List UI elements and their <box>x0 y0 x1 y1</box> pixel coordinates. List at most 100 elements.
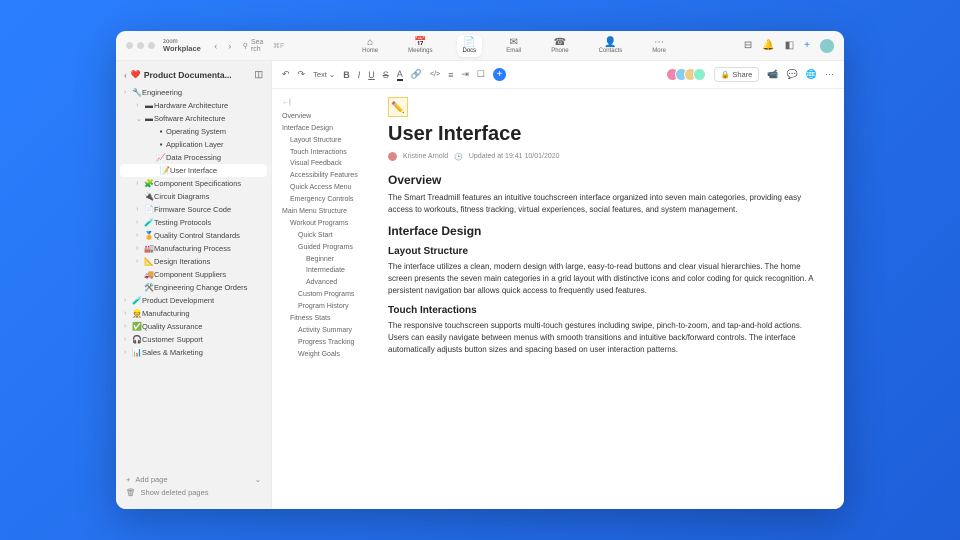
bold-button[interactable]: B <box>343 70 350 80</box>
video-button[interactable]: 📹 <box>767 69 778 80</box>
indent-button[interactable]: ⇥ <box>461 69 469 80</box>
avatar[interactable] <box>693 68 706 81</box>
tree-item[interactable]: ›🏭Manufacturing Process <box>116 242 271 255</box>
insert-button[interactable]: + <box>493 68 506 81</box>
textcolor-button[interactable]: A <box>397 69 403 81</box>
titlebar-icon-1[interactable]: 🔔 <box>762 40 774 51</box>
nav-back-button[interactable]: ‹ <box>209 41 223 51</box>
tree-item[interactable]: ›🧪Testing Protocols <box>116 216 271 229</box>
tree-item[interactable]: ›📐Design Iterations <box>116 255 271 268</box>
titlebar-icon-4[interactable] <box>820 39 834 53</box>
heading-layout-structure[interactable]: Layout Structure <box>388 246 818 257</box>
tree-item[interactable]: ⌄▬Software Architecture <box>116 112 271 125</box>
heading-touch-interactions[interactable]: Touch Interactions <box>388 305 818 316</box>
tab-contacts[interactable]: 👤Contacts <box>593 35 629 57</box>
tree-item[interactable]: 🔌Circuit Diagrams <box>116 190 271 203</box>
tree-item[interactable]: ▪Operating System <box>116 125 271 138</box>
tab-home[interactable]: ⌂Home <box>356 35 384 57</box>
traffic-lights[interactable] <box>126 42 155 49</box>
tab-docs[interactable]: 📄Docs <box>457 35 483 57</box>
outline-item[interactable]: Workout Programs <box>282 218 376 230</box>
page-emoji-icon[interactable]: ✏️ <box>388 97 408 117</box>
paragraph[interactable]: The Smart Treadmill features an intuitiv… <box>388 192 818 216</box>
redo-button[interactable]: ↷ <box>298 69 306 80</box>
nav-forward-button[interactable]: › <box>223 41 237 51</box>
more-button[interactable]: ⋯ <box>825 69 834 80</box>
outline-item[interactable]: Touch Interactions <box>282 147 376 159</box>
document[interactable]: ✏️ User Interface Kristine Arnold 🕒 Upda… <box>380 89 844 509</box>
outline-item[interactable]: Intermediate <box>282 265 376 277</box>
search-input[interactable]: ⚲ Search ⌘F <box>243 39 284 53</box>
max-dot[interactable] <box>148 42 155 49</box>
titlebar-icon-2[interactable]: ◧ <box>785 40 794 51</box>
tree-item[interactable]: ›🔧Engineering <box>116 86 271 99</box>
tree-item[interactable]: ›🧪Product Development <box>116 294 271 307</box>
outline-item[interactable]: Progress Tracking <box>282 337 376 349</box>
page-title[interactable]: User Interface <box>388 123 818 146</box>
tree-item[interactable]: 🛠️Engineering Change Orders <box>116 281 271 294</box>
outline-item[interactable]: Accessibility Features <box>282 170 376 182</box>
tab-phone[interactable]: ☎Phone <box>545 35 574 57</box>
heading-interface-design[interactable]: Interface Design <box>388 224 818 238</box>
outline-item[interactable]: Program History <box>282 301 376 313</box>
tree-item[interactable]: 🚚Component Suppliers <box>116 268 271 281</box>
checkbox-button[interactable]: ☐ <box>477 69 485 80</box>
outline-item[interactable]: Quick Start <box>282 230 376 242</box>
sidebar-layout-icon[interactable]: ◫ <box>254 69 263 80</box>
tree-item[interactable]: 📝User Interface <box>120 164 267 177</box>
outline-item[interactable]: Fitness Stats <box>282 313 376 325</box>
tree-item[interactable]: ›✅Quality Assurance <box>116 320 271 333</box>
page-icon: ▪ <box>156 140 166 149</box>
tree-item[interactable]: ›📄Firmware Source Code <box>116 203 271 216</box>
tree-item[interactable]: 📈Data Processing <box>116 151 271 164</box>
outline-item[interactable]: Layout Structure <box>282 135 376 147</box>
outline-item[interactable]: Activity Summary <box>282 325 376 337</box>
outline-item[interactable]: Weight Goals <box>282 349 376 361</box>
author-name: Kristine Arnold <box>403 153 448 160</box>
brand: zoom Workplace <box>163 39 201 53</box>
heading-overview[interactable]: Overview <box>388 173 818 187</box>
tree-item[interactable]: ›👷Manufacturing <box>116 307 271 320</box>
tab-meetings[interactable]: 📅Meetings <box>402 35 438 57</box>
link-button[interactable]: 🔗 <box>411 69 422 80</box>
tree-item[interactable]: ›🎧Customer Support <box>116 333 271 346</box>
outline-collapse-button[interactable]: ←| <box>282 97 376 109</box>
paragraph[interactable]: The interface utilizes a clean, modern d… <box>388 261 818 297</box>
tree-item[interactable]: ›📊Sales & Marketing <box>116 346 271 359</box>
outline-item[interactable]: Guided Programs <box>282 242 376 254</box>
tree-item[interactable]: ›🧩Component Specifications <box>116 177 271 190</box>
outline-item[interactable]: Visual Feedback <box>282 158 376 170</box>
strike-button[interactable]: S <box>383 70 389 80</box>
share-button[interactable]: 🔒 Share <box>714 67 759 82</box>
outline-item[interactable]: Custom Programs <box>282 289 376 301</box>
titlebar-icon-3[interactable]: + <box>804 40 810 51</box>
italic-button[interactable]: I <box>358 70 361 80</box>
paragraph[interactable]: The responsive touchscreen supports mult… <box>388 320 818 356</box>
outline-item[interactable]: Emergency Controls <box>282 194 376 206</box>
tree-item[interactable]: ›🏅Quality Control Standards <box>116 229 271 242</box>
outline-item[interactable]: Beginner <box>282 254 376 266</box>
outline-item[interactable]: Quick Access Menu <box>282 182 376 194</box>
outline-item[interactable]: Main Menu Structure <box>282 206 376 218</box>
align-button[interactable]: ≡ <box>448 70 453 80</box>
outline-item[interactable]: Advanced <box>282 277 376 289</box>
globe-button[interactable]: 🌐 <box>806 69 817 80</box>
show-deleted-button[interactable]: 🗑 Show deleted pages <box>126 486 261 499</box>
titlebar-icon-0[interactable]: ⊟ <box>744 40 752 51</box>
outline-item[interactable]: Overview <box>282 111 376 123</box>
close-dot[interactable] <box>126 42 133 49</box>
tree-item[interactable]: ▪Application Layer <box>116 138 271 151</box>
sidebar-header[interactable]: ‹ ❤️ Product Documenta... ◫ <box>116 67 271 86</box>
tab-email[interactable]: ✉Email <box>500 35 527 57</box>
underline-button[interactable]: U <box>368 70 375 80</box>
min-dot[interactable] <box>137 42 144 49</box>
outline-item[interactable]: Interface Design <box>282 123 376 135</box>
tree-item[interactable]: ›▬Hardware Architecture <box>116 99 271 112</box>
code-button[interactable]: </> <box>430 71 440 78</box>
add-page-button[interactable]: + Add page ⌄ <box>126 473 261 486</box>
tab-more[interactable]: ⋯More <box>646 35 672 57</box>
undo-button[interactable]: ↶ <box>282 69 290 80</box>
collaborator-avatars[interactable] <box>670 68 706 81</box>
text-style-dropdown[interactable]: Text ⌄ <box>313 70 335 79</box>
chat-button[interactable]: 💬 <box>787 69 798 80</box>
